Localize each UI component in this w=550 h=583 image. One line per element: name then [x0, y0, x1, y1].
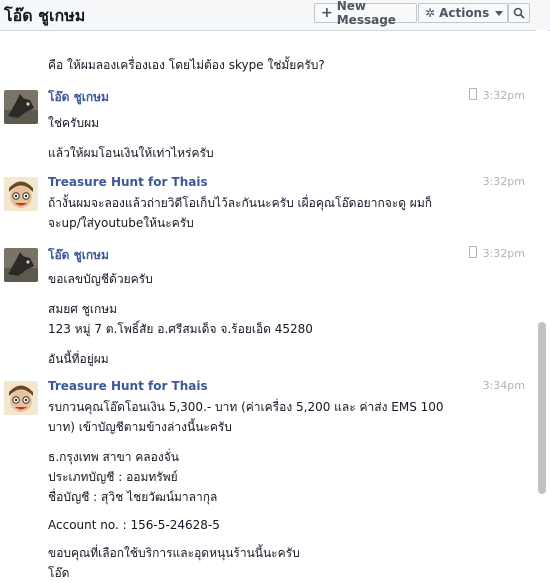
message-text: แล้วให้ผมโอนเงินให้เท่าไหร่ครับ [48, 146, 214, 160]
sender-name[interactable]: โอ๊ด ชูเกษม [48, 88, 488, 107]
actions-label: Actions [439, 6, 490, 20]
message-timestamp: 3:32pm [482, 175, 525, 188]
conversation-header: โอ๊ด ชูเกษม + New Message ✲ Actions [0, 0, 550, 31]
message-text: จะup/ใส่youtubeให้นะครับ [48, 216, 194, 230]
message-text: 123 หมู่ 7 ต.โพธิ์สัย อ.ศรีสมเด็จ จ.ร้อย… [48, 322, 313, 336]
message-text: สมยศ ชูเกษม [48, 302, 118, 316]
new-message-button[interactable]: + New Message [314, 0, 417, 27]
message-text: Account no. : 156-5-24628-5 [48, 518, 220, 532]
plus-icon: + [321, 5, 333, 21]
search-button[interactable] [508, 3, 530, 23]
message-text: ถ้างั้นผมจะลองแล้วถ่ายวิดีโอเก็บไว้ละกัน… [48, 196, 433, 210]
message-text: โอ๊ด [48, 566, 70, 580]
mobile-phone-icon [468, 88, 477, 100]
message-text: ชื่อบัญชี : สุวิช ไชยวัฒน์มาลากุล [48, 490, 218, 504]
message-text: คือ ให้ผมลองเครื่องเอง โดยไม่ต้อง skype … [48, 58, 325, 72]
message-text: ขอเลขบัญชีด้วยครับ [48, 272, 153, 286]
sender-name[interactable]: โอ๊ด ชูเกษม [48, 246, 488, 265]
scrollbar-track[interactable] [536, 30, 548, 582]
message-text: ประเภทบัญชี : ออมทรัพย์ [48, 470, 178, 484]
chevron-down-icon [495, 10, 504, 16]
avatar[interactable] [4, 248, 38, 282]
sender-name[interactable]: Treasure Hunt for Thais [48, 379, 488, 393]
message-timestamp: 3:34pm [482, 379, 525, 392]
message-text: อันนี้ที่อยู่ผม [48, 352, 109, 366]
avatar[interactable] [4, 177, 38, 211]
sender-name[interactable]: Treasure Hunt for Thais [48, 175, 488, 189]
actions-button[interactable]: ✲ Actions [418, 3, 508, 23]
avatar[interactable] [4, 90, 38, 124]
message-timestamp: 3:32pm [468, 246, 525, 260]
scrollbar-thumb[interactable] [538, 322, 546, 494]
conversation-title: โอ๊ด ชูเกษม [4, 6, 86, 25]
message-text: ใช่ครับผม [48, 116, 100, 130]
message-text: ขอบคุณที่เลือกใช้บริการและอุดหนุนร้านนี้… [48, 546, 300, 560]
search-icon [513, 7, 525, 19]
mobile-phone-icon [468, 246, 477, 258]
message-text: ธ.กรุงเทพ สาขา คลองจั่น [48, 450, 179, 464]
message-text: รบกวนคุณโอ๊ดโอนเงิน 5,300.- บาท (ค่าเครื… [48, 400, 444, 414]
gear-icon: ✲ [425, 6, 436, 20]
avatar[interactable] [4, 381, 38, 415]
message-text: บาท) เข้าบัญชีตามข้างล่างนี้นะครับ [48, 420, 232, 434]
message-timestamp: 3:32pm [468, 88, 525, 102]
new-message-label: New Message [336, 0, 396, 27]
